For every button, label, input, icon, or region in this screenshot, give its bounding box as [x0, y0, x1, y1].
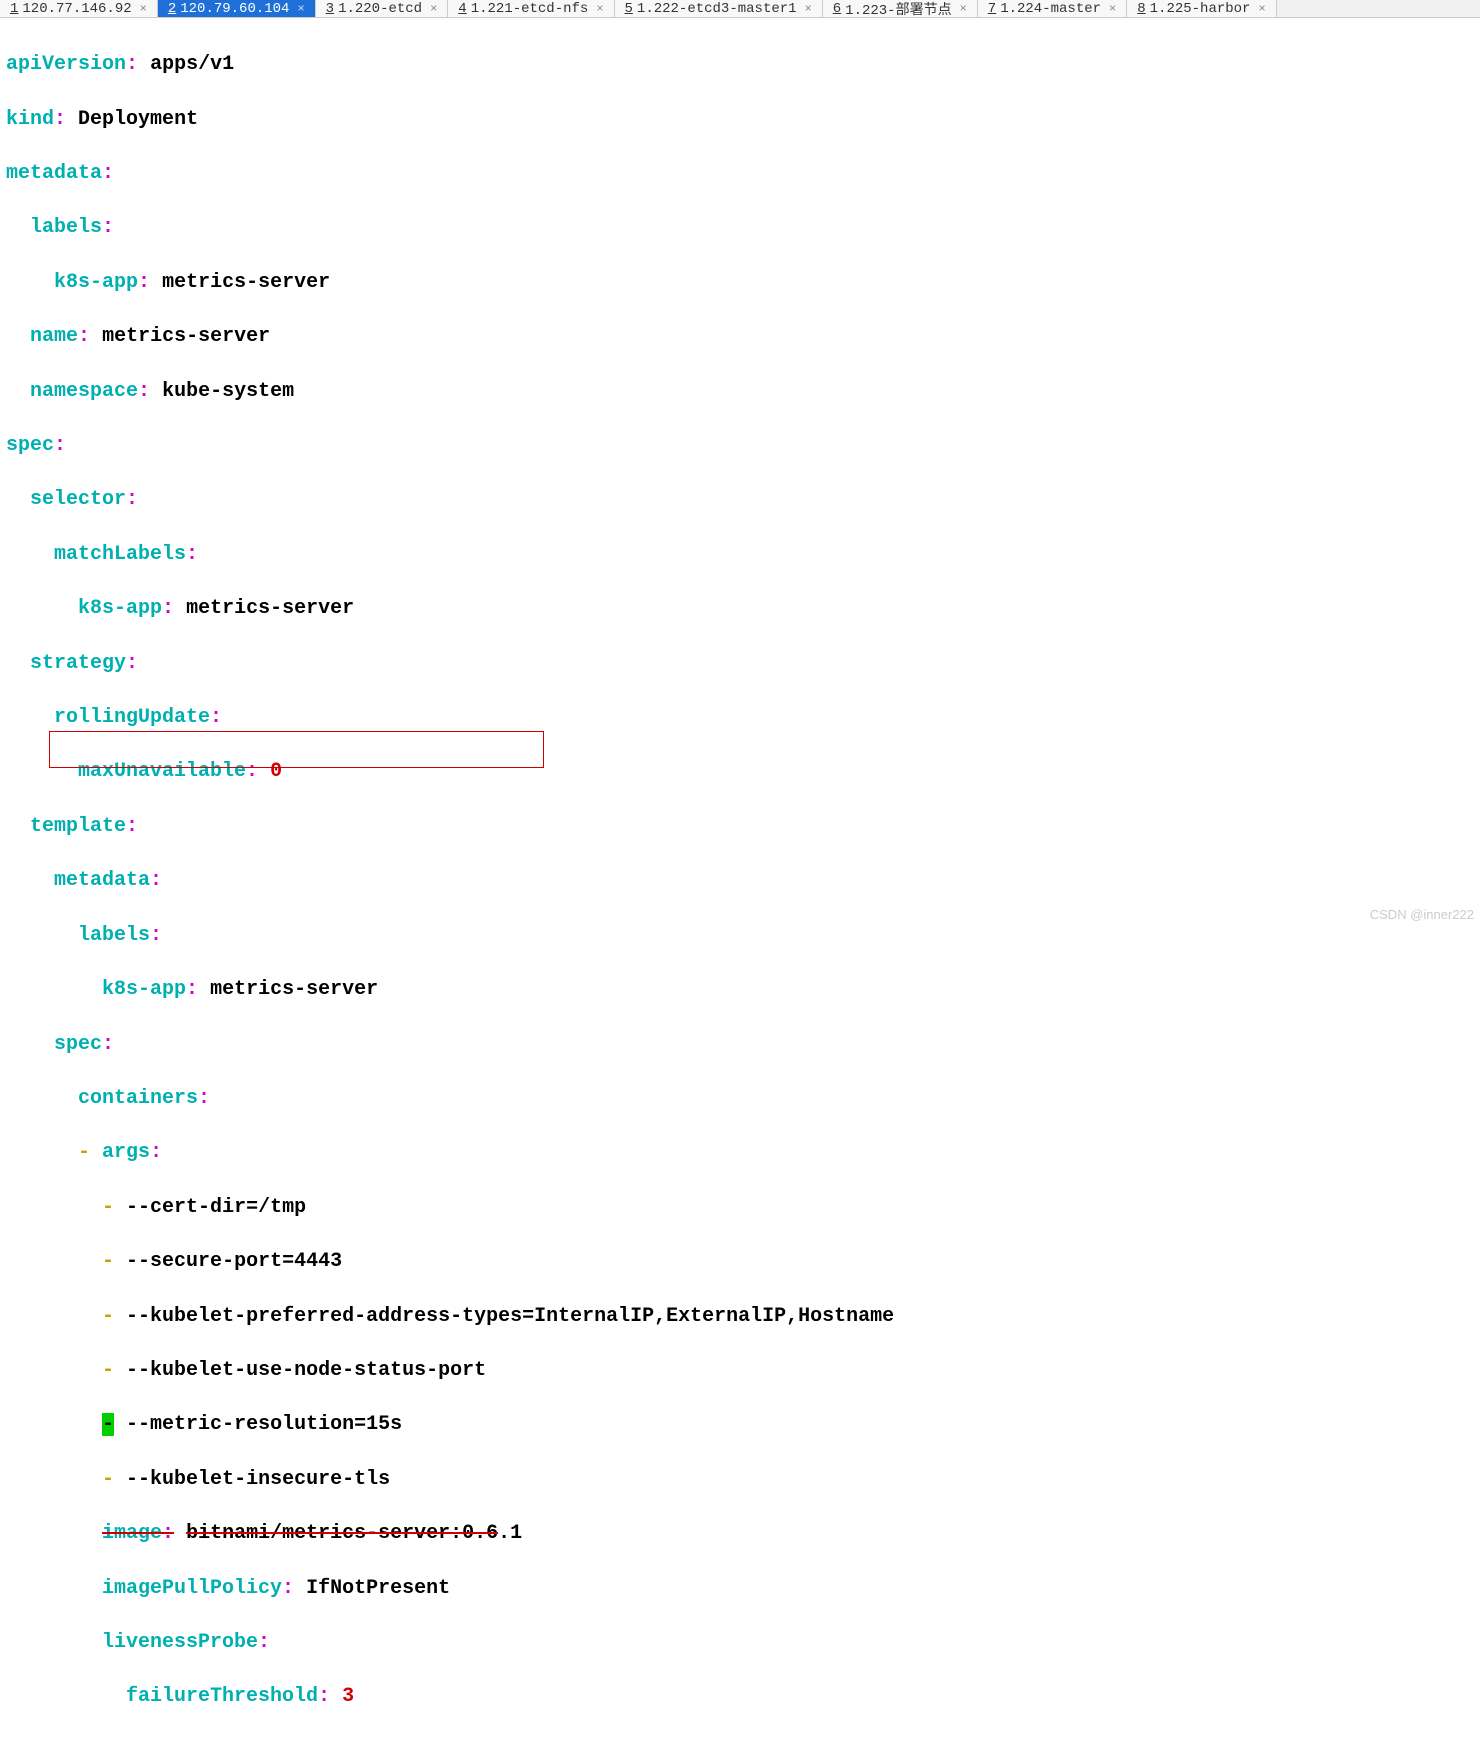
code-line: selector: [6, 486, 1474, 513]
code-line: labels: [6, 214, 1474, 241]
tab-4[interactable]: 41.221-etcd-nfs× [448, 0, 614, 17]
close-icon[interactable]: × [960, 2, 967, 16]
code-line: spec: [6, 1031, 1474, 1058]
code-line: rollingUpdate: [6, 704, 1474, 731]
code-line: spec: [6, 432, 1474, 459]
close-icon[interactable]: × [1109, 2, 1116, 16]
code-line: - --kubelet-use-node-status-port [6, 1357, 1474, 1384]
tab-bar: 1120.77.146.92× 2120.79.60.104× 31.220-e… [0, 0, 1480, 18]
code-line: - args: [6, 1139, 1474, 1166]
close-icon[interactable]: × [297, 2, 304, 16]
code-line: containers: [6, 1085, 1474, 1112]
yaml-editor[interactable]: apiVersion: apps/v1 kind: Deployment met… [0, 18, 1480, 1744]
code-line: failureThreshold: 3 [6, 1683, 1474, 1710]
code-line: image: bitnami/metrics-server:0.6.1 [6, 1520, 1474, 1547]
code-line: livenessProbe: [6, 1629, 1474, 1656]
close-icon[interactable]: × [140, 2, 147, 16]
code-line: - --kubelet-insecure-tls [6, 1466, 1474, 1493]
code-line: matchLabels: [6, 541, 1474, 568]
code-line: apiVersion: apps/v1 [6, 51, 1474, 78]
code-line: namespace: kube-system [6, 378, 1474, 405]
tab-7[interactable]: 71.224-master× [978, 0, 1127, 17]
code-line: k8s-app: metrics-server [6, 976, 1474, 1003]
tab-1[interactable]: 1120.77.146.92× [0, 0, 158, 17]
tab-2[interactable]: 2120.79.60.104× [158, 0, 316, 17]
close-icon[interactable]: × [1258, 2, 1265, 16]
code-line: template: [6, 813, 1474, 840]
code-line: - --metric-resolution=15s [6, 1411, 1474, 1438]
code-line: - --secure-port=4443 [6, 1248, 1474, 1275]
code-line: metadata: [6, 160, 1474, 187]
tab-6[interactable]: 61.223-部署节点× [823, 0, 978, 17]
code-line: k8s-app: metrics-server [6, 595, 1474, 622]
code-line: imagePullPolicy: IfNotPresent [6, 1575, 1474, 1602]
close-icon[interactable]: × [430, 2, 437, 16]
close-icon[interactable]: × [596, 2, 603, 16]
tab-8[interactable]: 81.225-harbor× [1127, 0, 1276, 17]
code-line: metadata: [6, 867, 1474, 894]
code-line: name: metrics-server [6, 323, 1474, 350]
code-line: maxUnavailable: 0 [6, 758, 1474, 785]
tab-5[interactable]: 51.222-etcd3-master1× [615, 0, 823, 17]
code-line: - --kubelet-preferred-address-types=Inte… [6, 1303, 1474, 1330]
tab-3[interactable]: 31.220-etcd× [316, 0, 449, 17]
code-line: kind: Deployment [6, 106, 1474, 133]
cursor-position: - [102, 1413, 114, 1436]
code-line: k8s-app: metrics-server [6, 269, 1474, 296]
code-line: - --cert-dir=/tmp [6, 1194, 1474, 1221]
code-line: strategy: [6, 650, 1474, 677]
close-icon[interactable]: × [805, 2, 812, 16]
watermark: CSDN @inner222 [1370, 907, 1474, 922]
